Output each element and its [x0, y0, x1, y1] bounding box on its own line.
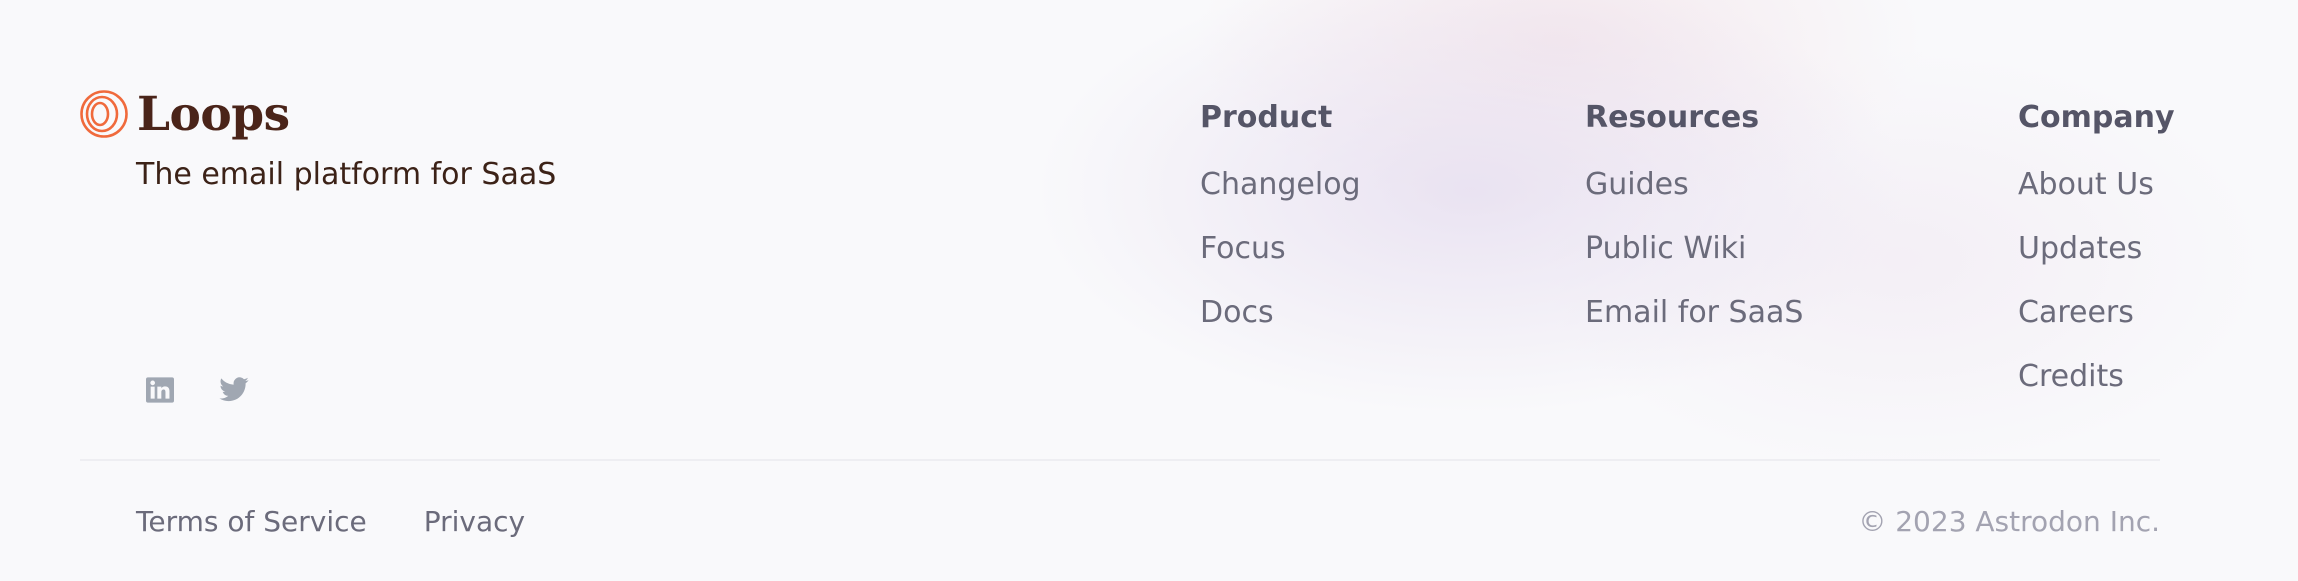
social-links [144, 374, 292, 406]
footer-link-careers[interactable]: Careers [2018, 293, 2175, 333]
legal-links: Terms of Service Privacy [136, 502, 582, 542]
terms-of-service-link[interactable]: Terms of Service [136, 502, 367, 542]
footer-link-credits[interactable]: Credits [2018, 357, 2175, 397]
footer-link-updates[interactable]: Updates [2018, 229, 2175, 269]
footer-link-public-wiki[interactable]: Public Wiki [1585, 229, 1803, 269]
twitter-icon[interactable] [218, 374, 250, 406]
copyright-notice: © 2023 Astrodon Inc. [1858, 505, 2160, 538]
footer-divider [80, 459, 2160, 461]
brand-name: Loops [137, 86, 290, 142]
footer-column-resources: Resources Guides Public Wiki Email for S… [1585, 100, 1803, 357]
footer-link-changelog[interactable]: Changelog [1200, 165, 1361, 205]
column-heading-resources: Resources [1585, 100, 1760, 135]
footer-link-guides[interactable]: Guides [1585, 165, 1803, 205]
footer-column-company: Company About Us Updates Careers Credits [2018, 100, 2175, 421]
privacy-link[interactable]: Privacy [424, 502, 525, 542]
footer-link-about-us[interactable]: About Us [2018, 165, 2175, 205]
footer-column-product: Product Changelog Focus Docs [1200, 100, 1361, 357]
brand-logo-link[interactable]: Loops [79, 88, 290, 140]
footer-link-email-for-saas[interactable]: Email for SaaS [1585, 293, 1803, 333]
background-gradient [0, 0, 2298, 581]
linkedin-icon[interactable] [144, 374, 176, 406]
footer-link-focus[interactable]: Focus [1200, 229, 1361, 269]
column-heading-company: Company [2018, 100, 2175, 135]
footer-link-docs[interactable]: Docs [1200, 293, 1361, 333]
brand-tagline: The email platform for SaaS [136, 157, 557, 192]
loops-logo-icon [80, 90, 128, 138]
column-heading-product: Product [1200, 100, 1333, 135]
